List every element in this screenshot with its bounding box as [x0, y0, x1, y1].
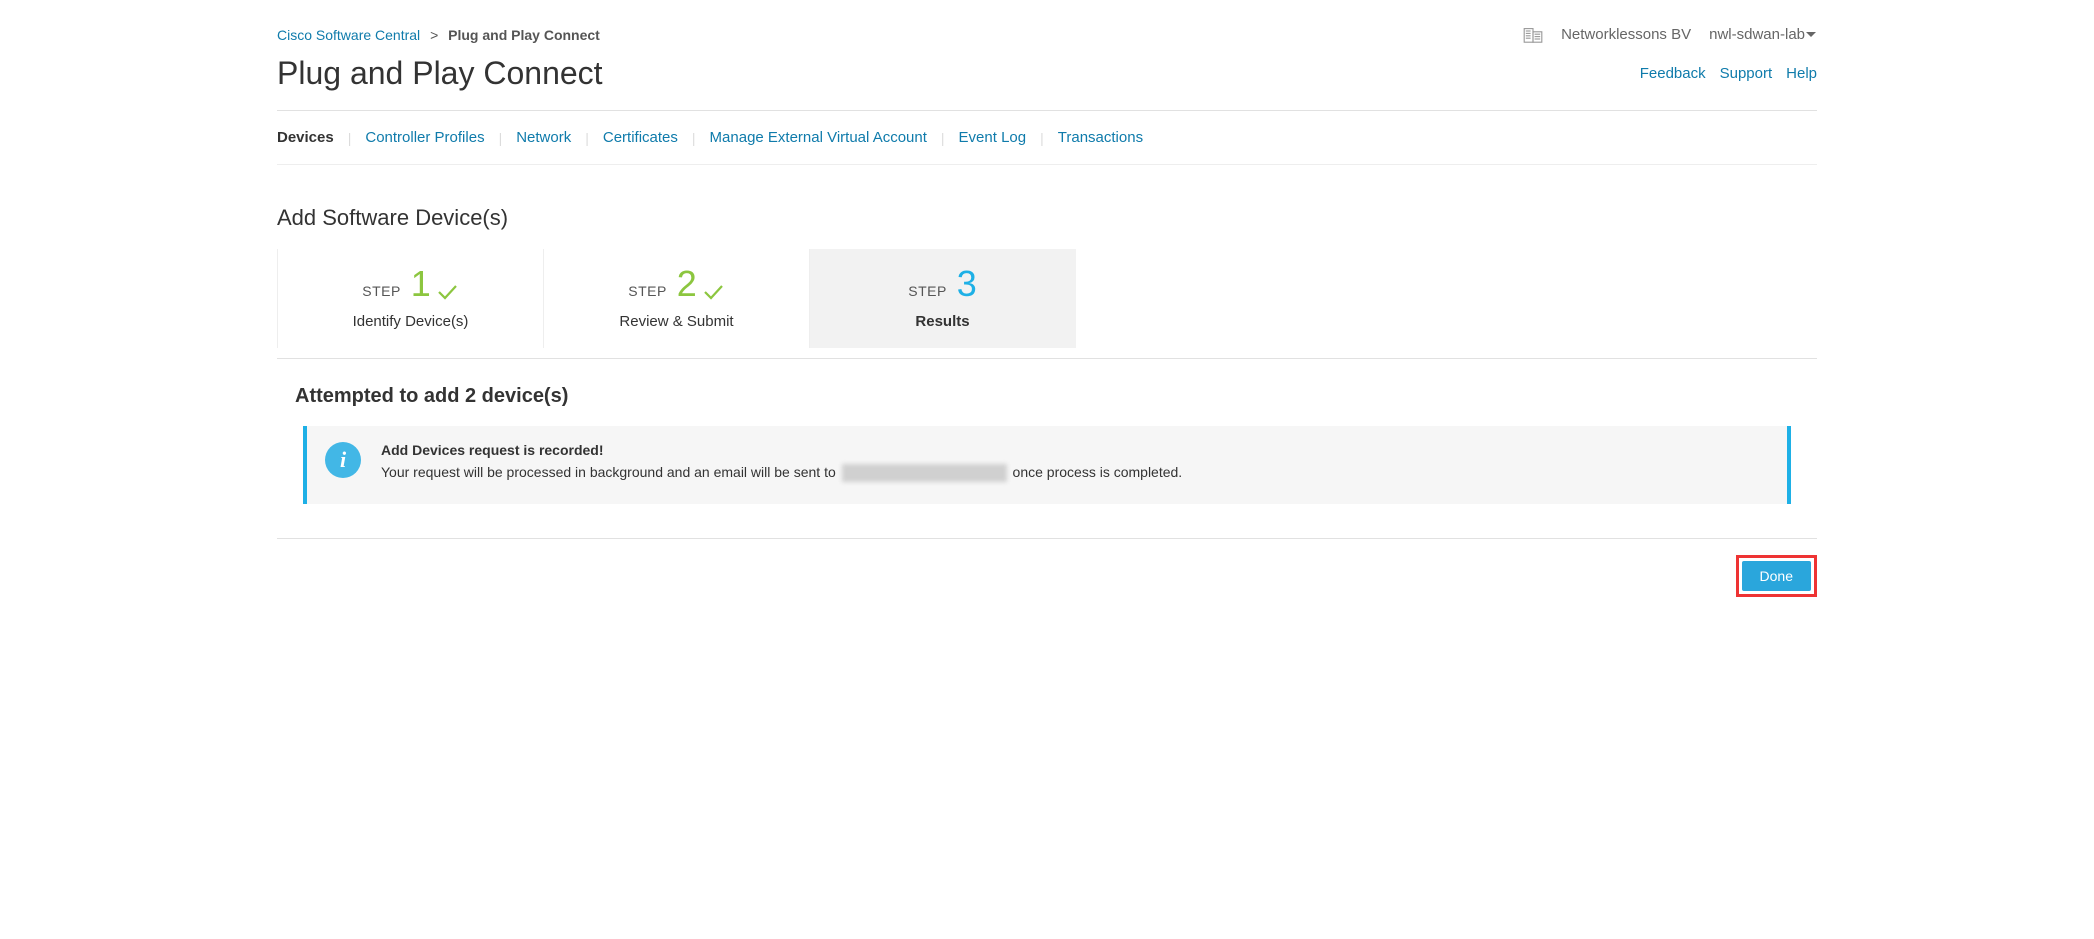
- account-org-label: Networklessons BV: [1561, 26, 1691, 43]
- tab-certificates[interactable]: Certificates: [603, 129, 678, 146]
- info-icon: i: [325, 442, 361, 478]
- breadcrumb-current: Plug and Play Connect: [448, 27, 600, 43]
- step-1: STEP 1 Identify Device(s): [277, 249, 544, 348]
- step-2: STEP 2 Review & Submit: [544, 249, 810, 348]
- step-3-current: STEP 3 Results: [810, 249, 1076, 348]
- done-button[interactable]: Done: [1742, 561, 1811, 591]
- info-body-post: once process is completed.: [1009, 464, 1183, 480]
- button-row: Done: [277, 555, 1817, 597]
- building-icon: [1523, 27, 1543, 43]
- stepper: STEP 1 Identify Device(s) STEP 2 Review …: [277, 249, 1817, 348]
- step-caption: Identify Device(s): [278, 313, 543, 330]
- account-area: Networklessons BV nwl-sdwan-lab: [1523, 26, 1817, 43]
- divider: [277, 164, 1817, 165]
- help-links: Feedback Support Help: [1640, 65, 1817, 82]
- step-number: 2: [671, 263, 697, 304]
- tab-event-log[interactable]: Event Log: [959, 129, 1027, 146]
- result-title: Attempted to add 2 device(s): [295, 385, 1817, 408]
- support-link[interactable]: Support: [1720, 65, 1773, 82]
- breadcrumb-root-link[interactable]: Cisco Software Central: [277, 27, 420, 43]
- divider: [277, 538, 1817, 539]
- tab-sep: |: [678, 130, 710, 146]
- tab-sep: |: [334, 130, 366, 146]
- tab-sep: |: [485, 130, 517, 146]
- info-text: Add Devices request is recorded! Your re…: [381, 442, 1182, 482]
- tabs: Devices | Controller Profiles | Network …: [277, 111, 1817, 164]
- tab-mgmt-virtual-account[interactable]: Manage External Virtual Account: [710, 129, 927, 146]
- info-body-pre: Your request will be processed in backgr…: [381, 464, 840, 480]
- check-icon: [701, 283, 725, 299]
- tab-network[interactable]: Network: [516, 129, 571, 146]
- feedback-link[interactable]: Feedback: [1640, 65, 1706, 82]
- divider: [277, 358, 1817, 359]
- breadcrumb-sep: >: [424, 27, 444, 43]
- step-caption: Review & Submit: [544, 313, 809, 330]
- tab-sep: |: [1026, 130, 1058, 146]
- info-banner: i Add Devices request is recorded! Your …: [303, 426, 1791, 504]
- step-label: STEP: [362, 283, 401, 299]
- chevron-down-icon: [1805, 26, 1817, 43]
- tab-devices[interactable]: Devices: [277, 129, 334, 146]
- help-link[interactable]: Help: [1786, 65, 1817, 82]
- highlight-box: Done: [1736, 555, 1817, 597]
- step-label: STEP: [908, 283, 947, 299]
- step-number: 1: [405, 263, 431, 304]
- tab-transactions[interactable]: Transactions: [1058, 129, 1143, 146]
- info-body: Your request will be processed in backgr…: [381, 464, 1182, 482]
- tab-sep: |: [571, 130, 603, 146]
- tab-sep: |: [927, 130, 959, 146]
- account-lab-dropdown[interactable]: nwl-sdwan-lab: [1709, 26, 1817, 43]
- section-title: Add Software Device(s): [277, 205, 1817, 231]
- check-icon: [435, 283, 459, 299]
- page-title: Plug and Play Connect: [277, 55, 603, 92]
- redacted-email: [842, 464, 1007, 482]
- step-number: 3: [951, 263, 977, 304]
- step-label: STEP: [628, 283, 667, 299]
- tab-controller-profiles[interactable]: Controller Profiles: [365, 129, 484, 146]
- account-lab-label: nwl-sdwan-lab: [1709, 26, 1805, 43]
- step-caption: Results: [810, 313, 1075, 330]
- breadcrumb: Cisco Software Central > Plug and Play C…: [277, 27, 600, 43]
- info-headline: Add Devices request is recorded!: [381, 442, 1182, 458]
